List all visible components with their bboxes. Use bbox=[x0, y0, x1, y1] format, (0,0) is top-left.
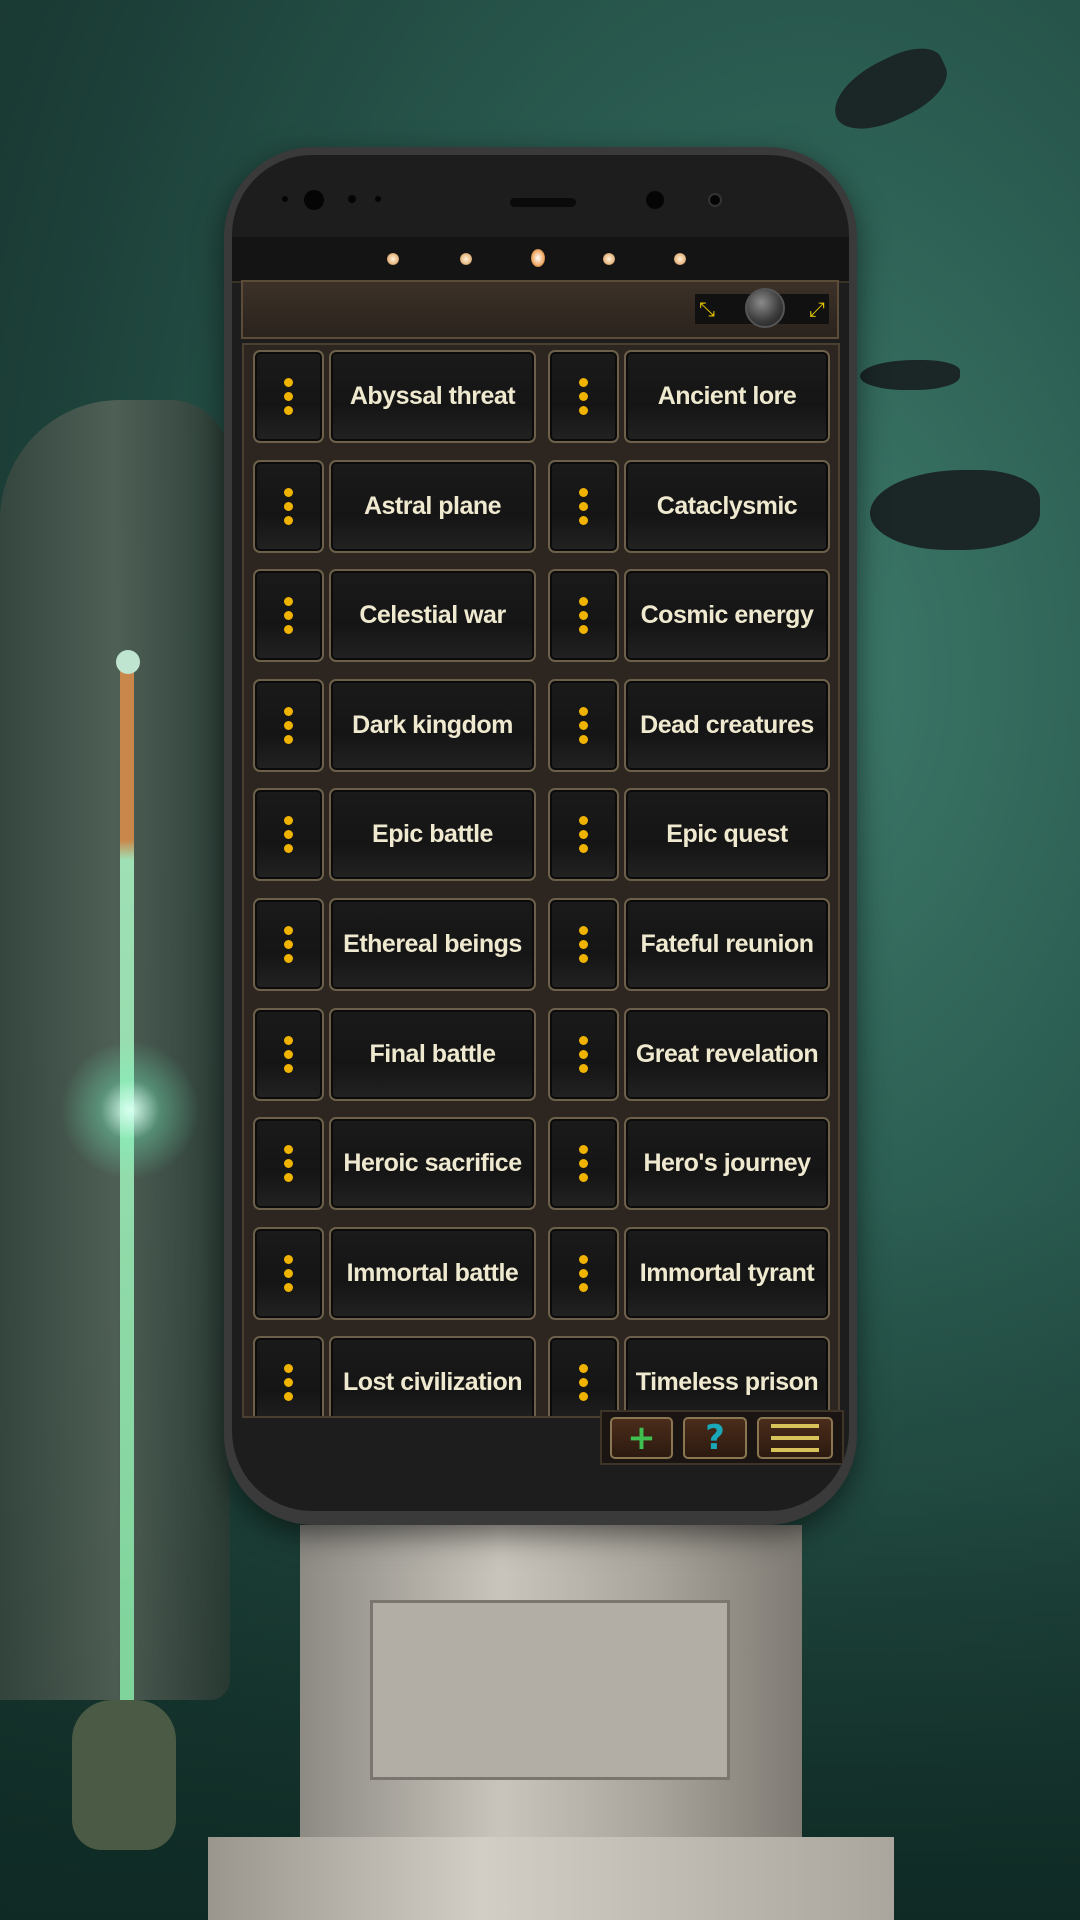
item-options-button[interactable] bbox=[253, 569, 324, 663]
item-options-button[interactable] bbox=[548, 350, 619, 443]
item-button[interactable]: Celestial war bbox=[329, 569, 536, 663]
item-button[interactable]: Final battle bbox=[329, 1007, 536, 1101]
page-dot-4[interactable] bbox=[603, 253, 615, 265]
item-options-button[interactable] bbox=[253, 1007, 324, 1101]
front-camera bbox=[304, 190, 324, 210]
item-button[interactable]: Epic battle bbox=[329, 788, 536, 882]
item-grid: Abyssal threat Ancient lore Astral plane Ca… bbox=[242, 343, 840, 1418]
item-button[interactable]: Cosmic energy bbox=[624, 569, 830, 663]
item-options-button[interactable] bbox=[548, 1117, 619, 1211]
item-options-button[interactable] bbox=[548, 898, 619, 991]
item-options-button[interactable] bbox=[548, 1226, 619, 1320]
bottom-toolbar: + ? bbox=[600, 1410, 844, 1465]
sensor-dot bbox=[375, 196, 381, 202]
item-button[interactable]: Hero's journey bbox=[624, 1117, 830, 1211]
item-options-button[interactable] bbox=[253, 459, 324, 553]
menu-button[interactable] bbox=[757, 1417, 833, 1459]
item-options-button[interactable] bbox=[253, 1226, 324, 1320]
earpiece-speaker bbox=[510, 198, 576, 207]
page-dot-3-active[interactable] bbox=[531, 249, 545, 267]
sensor-dot bbox=[708, 193, 722, 207]
page-dot-1[interactable] bbox=[387, 253, 399, 265]
item-button[interactable]: Ethereal beings bbox=[329, 898, 536, 991]
phone-screen: ⤡ ⤢ Abyssal threat Ancient lore Astral pla… bbox=[232, 155, 849, 1511]
item-button[interactable]: Great revelation bbox=[624, 1007, 830, 1101]
item-button[interactable]: Fateful reunion bbox=[624, 898, 830, 991]
item-options-button[interactable] bbox=[548, 1007, 619, 1101]
item-options-button[interactable] bbox=[548, 678, 619, 772]
raven-image bbox=[860, 360, 960, 390]
item-button[interactable]: Immortal battle bbox=[329, 1226, 536, 1320]
item-button[interactable]: Ancient lore bbox=[624, 350, 830, 443]
collapse-arrows-icon[interactable]: ⤡ bbox=[699, 296, 715, 322]
sensor-dot bbox=[282, 196, 288, 202]
phone-frame: ⤡ ⤢ Abyssal threat Ancient lore Astral pla… bbox=[224, 147, 857, 1525]
page-dot-2[interactable] bbox=[460, 253, 472, 265]
proximity-sensor bbox=[646, 191, 664, 209]
add-button[interactable]: + bbox=[610, 1417, 673, 1459]
item-options-button[interactable] bbox=[548, 459, 619, 553]
page-indicator-bar bbox=[232, 237, 849, 283]
item-options-button[interactable] bbox=[253, 898, 324, 991]
item-options-button[interactable] bbox=[253, 1117, 324, 1211]
item-options-button[interactable] bbox=[253, 678, 324, 772]
expand-arrows-icon[interactable]: ⤢ bbox=[809, 296, 825, 322]
raven-image bbox=[870, 470, 1040, 550]
item-button[interactable]: Immortal tyrant bbox=[624, 1226, 830, 1320]
sword-glow-image bbox=[60, 1040, 200, 1180]
item-options-button[interactable] bbox=[253, 1336, 324, 1416]
item-options-button[interactable] bbox=[253, 788, 324, 882]
zoom-slider[interactable]: ⤡ ⤢ bbox=[695, 288, 829, 328]
sensor-dot bbox=[348, 195, 356, 203]
item-button[interactable]: Abyssal threat bbox=[329, 350, 536, 443]
pedestal-base-image bbox=[208, 1837, 894, 1920]
zoom-slider-knob[interactable] bbox=[745, 288, 785, 328]
item-button[interactable]: Epic quest bbox=[624, 788, 830, 882]
hamburger-menu-icon bbox=[771, 1424, 819, 1452]
item-button[interactable]: Dark kingdom bbox=[329, 678, 536, 772]
plus-icon: + bbox=[627, 1418, 656, 1458]
skull-image bbox=[72, 1700, 176, 1850]
sword-image bbox=[120, 660, 134, 1720]
item-options-button[interactable] bbox=[548, 569, 619, 663]
item-options-button[interactable] bbox=[548, 1336, 619, 1416]
item-button[interactable]: Heroic sacrifice bbox=[329, 1117, 536, 1211]
item-button[interactable]: Timeless prison bbox=[624, 1336, 830, 1416]
item-button[interactable]: Cataclysmic bbox=[624, 459, 830, 553]
item-options-button[interactable] bbox=[548, 788, 619, 882]
raven-image bbox=[822, 37, 958, 143]
sword-pommel-image bbox=[116, 650, 140, 674]
page-dot-5[interactable] bbox=[674, 253, 686, 265]
stone-pedestal-image bbox=[300, 1525, 802, 1845]
item-button[interactable]: Astral plane bbox=[329, 459, 536, 553]
header-bar: ⤡ ⤢ bbox=[241, 280, 839, 339]
item-button[interactable]: Dead creatures bbox=[624, 678, 830, 772]
question-icon: ? bbox=[705, 1418, 725, 1458]
item-button[interactable]: Lost civilization bbox=[329, 1336, 536, 1416]
item-options-button[interactable] bbox=[253, 350, 324, 443]
help-button[interactable]: ? bbox=[683, 1417, 747, 1459]
